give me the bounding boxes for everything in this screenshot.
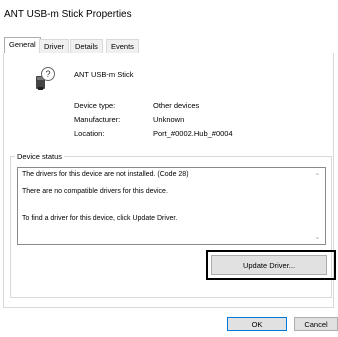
device-type-value: Other devices — [153, 101, 200, 110]
scroll-down-arrow-icon[interactable]: ⌄ — [314, 232, 321, 241]
location-label: Location: — [74, 129, 105, 138]
window-title: ANT USB-m Stick Properties — [4, 9, 132, 20]
svg-text:?: ? — [45, 69, 50, 79]
manufacturer-label: Manufacturer: — [74, 115, 121, 124]
ok-button[interactable]: OK — [227, 317, 287, 331]
scroll-up-arrow-icon[interactable]: ⌃ — [314, 172, 321, 181]
highlight-box — [206, 250, 336, 280]
device-type-label: Device type: — [74, 101, 116, 110]
device-name: ANT USB-m Stick — [74, 70, 134, 79]
manufacturer-value: Unknown — [153, 115, 185, 124]
tab-driver[interactable]: Driver — [39, 39, 69, 53]
status-line-1: The drivers for this device are not inst… — [22, 171, 189, 178]
status-line-3: To find a driver for this device, click … — [22, 215, 178, 222]
tab-events[interactable]: Events — [106, 39, 139, 53]
tab-general[interactable]: General — [4, 37, 41, 54]
location-value: Port_#0002.Hub_#0004 — [153, 129, 233, 138]
status-line-2: There are no compatible drivers for this… — [22, 188, 168, 195]
unknown-device-icon: ? — [34, 67, 56, 91]
device-status-textbox[interactable] — [17, 167, 326, 245]
cancel-button[interactable]: Cancel — [294, 317, 338, 331]
tab-details[interactable]: Details — [70, 39, 103, 53]
device-status-legend: Device status — [15, 152, 65, 161]
